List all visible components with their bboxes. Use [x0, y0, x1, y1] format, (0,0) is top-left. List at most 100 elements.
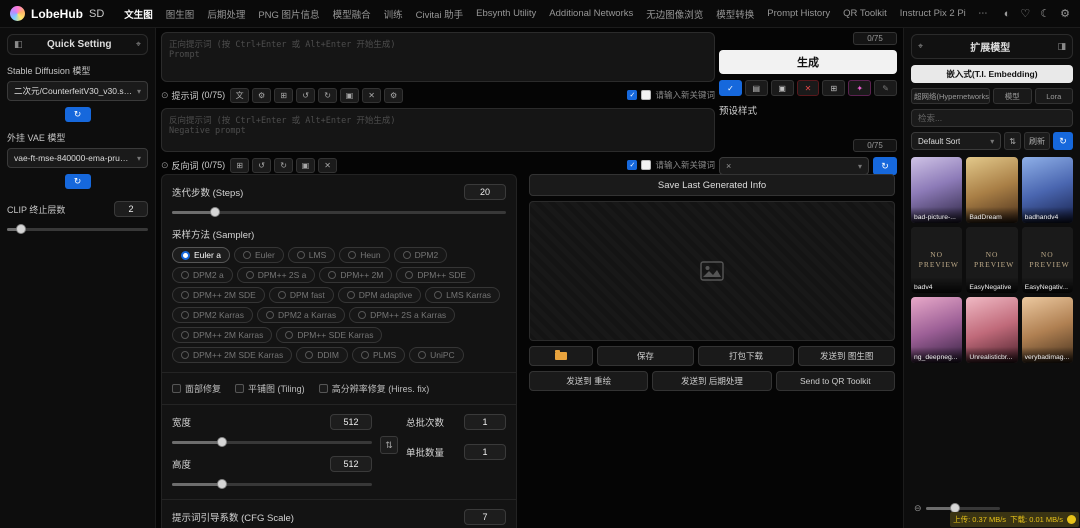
nav-tab[interactable]: 无边图像浏览	[640, 3, 709, 25]
output-action-button[interactable]: Send to QR Toolkit	[775, 371, 895, 391]
slider-knob[interactable]	[210, 207, 221, 217]
badhandv4[interactable]: NO PREVIEW badhandv4	[1021, 157, 1073, 223]
sampler-option[interactable]: Heun	[339, 247, 390, 263]
EasyNegative[interactable]: NO PREVIEW EasyNegative	[966, 227, 1018, 293]
output-action-button[interactable]: 发送到 图生图	[798, 346, 896, 366]
copy-icon[interactable]: ▣	[340, 87, 360, 103]
output-action-button[interactable]: 发送到 后期处理	[652, 371, 772, 391]
panel-icon[interactable]: ◨	[1057, 41, 1066, 52]
palette-icon[interactable]: ✦	[848, 80, 872, 96]
width-slider[interactable]	[172, 436, 372, 448]
model-search-input[interactable]	[911, 109, 1073, 127]
settings-icon[interactable]: ⚙	[1060, 7, 1070, 20]
open-folder-button[interactable]	[529, 346, 593, 366]
negative-prompt-input[interactable]	[161, 108, 715, 152]
sampler-option[interactable]: DPM++ 2M SDE Karras	[172, 347, 293, 363]
Unrealisticbr...[interactable]: NO PREVIEW Unrealisticbr...	[966, 297, 1018, 363]
generate-button[interactable]: 生成	[719, 50, 897, 74]
theme-icon[interactable]: ◐	[1004, 8, 1011, 20]
slider-knob[interactable]	[16, 224, 27, 234]
trash-icon[interactable]: ✕	[796, 80, 820, 96]
nav-tab[interactable]: Instruct Pix 2 Pix	[894, 4, 966, 23]
prompt-toolbar-label[interactable]: ⊙ 提示词 (0/75)	[161, 89, 225, 102]
output-action-button[interactable]: 打包下载	[697, 346, 795, 366]
sort-select[interactable]: Default Sort ▾	[911, 132, 1002, 150]
preset-style-select[interactable]: × ▾	[719, 157, 869, 175]
ng_deepneg...[interactable]: NO PREVIEW ng_deepneg...	[911, 297, 963, 363]
settings-icon[interactable]: ⚙	[252, 87, 272, 103]
height-value[interactable]: 512	[330, 456, 372, 472]
bad-picture-...[interactable]: NO PREVIEW bad-picture-...	[911, 157, 963, 223]
height-slider[interactable]	[172, 478, 372, 490]
nav-tab[interactable]: 训练	[378, 3, 409, 25]
translate-icon[interactable]: 文	[230, 87, 250, 103]
batch-count-value[interactable]: 1	[464, 414, 506, 430]
sampler-option[interactable]: DPM2 a Karras	[257, 307, 346, 323]
nav-tab[interactable]: 后期处理	[201, 3, 251, 25]
sampler-option[interactable]: DPM++ 2M SDE	[172, 287, 265, 303]
more-tabs-icon[interactable]: ⋯	[972, 4, 994, 23]
nav-tab[interactable]: 图生图	[160, 3, 201, 25]
sampler-option[interactable]: DPM++ 2S a	[236, 267, 316, 283]
expand-icon[interactable]: ⊞	[230, 157, 250, 173]
keyword-placeholder[interactable]: 请输入新关键词	[655, 159, 715, 171]
copy-icon[interactable]: ▣	[296, 157, 316, 173]
output-action-button[interactable]: 保存	[597, 346, 694, 366]
keyword-toggle-checkbox[interactable]: ✓	[627, 90, 638, 100]
edit-icon[interactable]: ✎	[874, 80, 898, 96]
gear-icon[interactable]: ⚙	[384, 87, 404, 103]
paste-icon[interactable]: ▤	[744, 80, 768, 96]
negative-toolbar-label[interactable]: ⊙ 反向词 (0/75)	[161, 159, 225, 172]
keyword-placeholder[interactable]: 请输入新关键词	[655, 89, 715, 101]
slider-knob[interactable]	[217, 437, 227, 447]
keyword-checkbox[interactable]	[641, 160, 652, 170]
vae-select[interactable]: vae-ft-mse-840000-ema-pruned ▾	[7, 148, 148, 168]
nav-tab[interactable]: Prompt History	[761, 4, 836, 23]
sampler-option[interactable]: LMS Karras	[425, 287, 501, 303]
sampler-option[interactable]: DPM++ 2M	[319, 267, 393, 283]
undo-icon[interactable]: ↺	[296, 87, 316, 103]
nav-tab[interactable]: 模型转换	[710, 3, 760, 25]
steps-value[interactable]: 20	[464, 184, 506, 200]
sampler-option[interactable]: UniPC	[409, 347, 464, 363]
cfg-value[interactable]: 7	[464, 509, 506, 525]
sampler-option[interactable]: DPM++ 2S a Karras	[349, 307, 456, 323]
dark-mode-icon[interactable]: ☾	[1040, 7, 1050, 20]
clip-skip-value[interactable]: 2	[114, 201, 148, 217]
tab-lora[interactable]: Lora	[1034, 88, 1073, 104]
keyword-toggle-checkbox[interactable]: ✓	[627, 160, 638, 170]
nav-tab[interactable]: QR Toolkit	[837, 4, 893, 23]
sd-model-select[interactable]: 二次元/CounterfeitV30_v30.safe ▾	[7, 81, 148, 101]
undo-icon[interactable]: ↺	[252, 157, 272, 173]
nav-tab[interactable]: Ebsynth Utility	[470, 4, 542, 23]
sampler-option[interactable]: Euler a	[172, 247, 230, 263]
restore-faces-checkbox[interactable]: 面部修复	[172, 382, 221, 395]
output-action-button[interactable]: 发送到 重绘	[529, 371, 649, 391]
steps-slider[interactable]	[172, 206, 506, 218]
keyword-checkbox[interactable]	[641, 90, 652, 100]
sampler-option[interactable]: DPM++ SDE Karras	[276, 327, 383, 343]
save-last-info-button[interactable]: Save Last Generated Info	[529, 174, 895, 196]
sampler-option[interactable]: DDIM	[296, 347, 348, 363]
tiling-checkbox[interactable]: 平铺图 (Tiling)	[235, 382, 305, 395]
sampler-option[interactable]: DPM fast	[268, 287, 334, 303]
clear-icon[interactable]: ×	[726, 161, 731, 171]
slider-track[interactable]	[172, 211, 506, 214]
sampler-option[interactable]: DPM2 a	[172, 267, 233, 283]
tab-embedding[interactable]: 嵌入式(T.I. Embedding)	[911, 65, 1073, 83]
nav-tab[interactable]: PNG 图片信息	[252, 3, 325, 25]
vae-refresh-button[interactable]: ↻	[64, 174, 91, 189]
prompt-input[interactable]	[161, 32, 715, 82]
hires-fix-checkbox[interactable]: 高分辨率修复 (Hires. fix)	[318, 382, 429, 395]
result-gallery[interactable]	[529, 201, 895, 341]
badv4[interactable]: NO PREVIEW badv4	[911, 227, 963, 293]
slider-track[interactable]	[7, 228, 148, 231]
sampler-option[interactable]: DPM2	[393, 247, 448, 263]
sampler-option[interactable]: DPM++ 2M Karras	[172, 327, 273, 343]
sampler-option[interactable]: DPM++ SDE	[396, 267, 476, 283]
swap-dimensions-button[interactable]: ⇅	[380, 436, 398, 454]
grid-icon[interactable]: ⊞	[822, 80, 846, 96]
tab-hypernetworks[interactable]: 超网络(Hypernetworks)	[911, 88, 991, 104]
refresh-models-button[interactable]: 刷新	[1024, 132, 1050, 150]
sampler-option[interactable]: PLMS	[351, 347, 406, 363]
